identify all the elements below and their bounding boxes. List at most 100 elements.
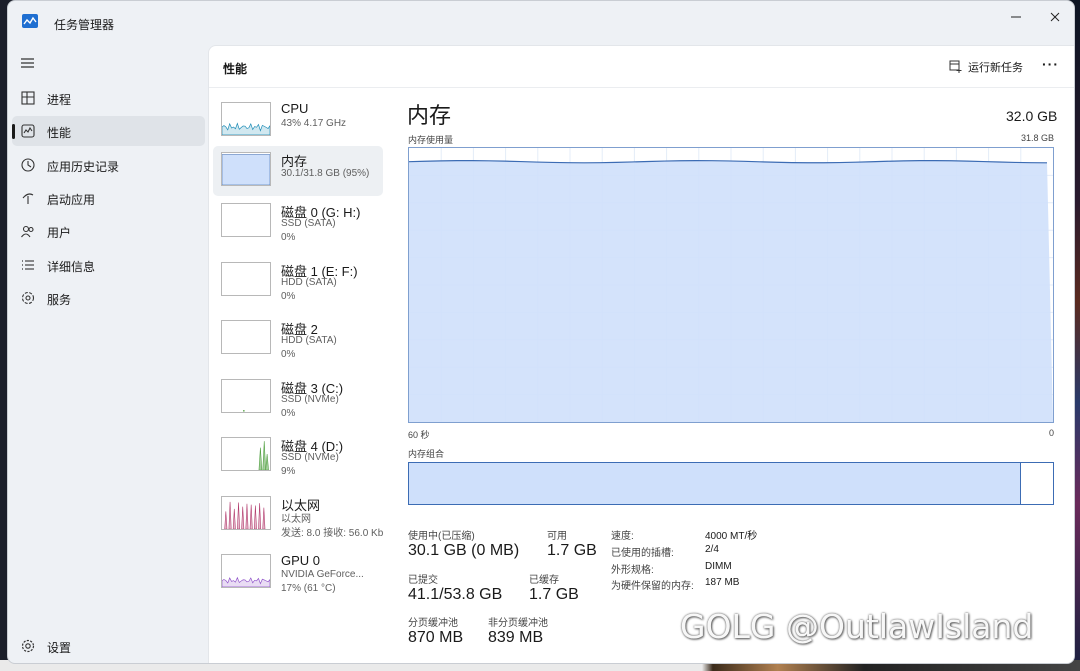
disk-thumbnail-graph bbox=[221, 203, 271, 237]
spec-hw-reserved-value: 187 MB bbox=[705, 577, 740, 588]
device-disk-2[interactable]: 磁盘 2 HDD (SATA) 0% bbox=[213, 314, 383, 364]
device-cpu[interactable]: CPU 43% 4.17 GHz bbox=[213, 96, 383, 146]
device-usage: 0% bbox=[281, 291, 296, 302]
close-button[interactable] bbox=[1037, 5, 1073, 29]
thumb-bar bbox=[258, 503, 262, 529]
nav-item-startup[interactable]: 启动应用 bbox=[12, 183, 205, 213]
device-sub: 43% 4.17 GHz bbox=[281, 118, 347, 129]
thumb-bar bbox=[228, 501, 232, 529]
thumb-bar bbox=[224, 511, 228, 529]
nav-label: 启动应用 bbox=[47, 193, 96, 207]
device-sub: HDD (SATA) bbox=[281, 335, 337, 346]
device-sub: 30.1/31.8 GB (95%) bbox=[281, 168, 370, 179]
processes-icon bbox=[21, 91, 35, 105]
usage-graph-label: 内存使用量 bbox=[408, 135, 454, 145]
device-sub: SSD (SATA) bbox=[281, 218, 336, 229]
committed-label: 已提交 bbox=[408, 575, 438, 586]
more-options-button[interactable]: ··· bbox=[1042, 56, 1059, 72]
memory-usage-graph bbox=[408, 147, 1054, 423]
nav-label: 应用历史记录 bbox=[47, 160, 120, 174]
maximize-button[interactable] bbox=[999, 5, 1035, 29]
thumb-spike bbox=[265, 453, 269, 470]
close-icon bbox=[1050, 12, 1060, 22]
main-panel: 性能 运行新任务 ··· CPU 43% 4.17 GHz 内存 30.1/31… bbox=[208, 45, 1074, 663]
spec-slots-label: 已使用的插槽: bbox=[611, 548, 674, 559]
main-header: 性能 运行新任务 ··· bbox=[209, 46, 1074, 88]
disk-thumbnail-graph bbox=[221, 437, 271, 471]
nav-item-services[interactable]: 服务 bbox=[12, 283, 205, 313]
spec-speed-value: 4000 MT/秒 bbox=[705, 531, 758, 542]
memory-thumbnail-graph bbox=[221, 152, 271, 186]
memory-in-use-segment bbox=[409, 463, 1021, 504]
thumb-bar bbox=[232, 508, 236, 529]
graph-time-right: 0 bbox=[1049, 428, 1055, 438]
device-disk-4[interactable]: 磁盘 4 (D:) SSD (NVMe) 9% bbox=[213, 431, 383, 481]
device-disk-0[interactable]: 磁盘 0 (G: H:) SSD (SATA) 0% bbox=[213, 197, 383, 247]
in-use-label: 使用中(已压缩) bbox=[408, 531, 475, 542]
thumb-mark bbox=[243, 410, 245, 412]
hamburger-menu-icon[interactable] bbox=[20, 56, 36, 70]
device-throughput: 发送: 8.0 接收: 56.0 Kb bbox=[281, 528, 384, 539]
device-disk-3[interactable]: 磁盘 3 (C:) SSD (NVMe) 0% bbox=[213, 373, 383, 423]
device-sub: SSD (NVMe) bbox=[281, 452, 339, 463]
nonpaged-pool-label: 非分页缓冲池 bbox=[488, 618, 548, 629]
new-task-icon bbox=[949, 60, 962, 73]
device-name: CPU bbox=[281, 101, 309, 116]
watermark: GOLG @OutlawIsland bbox=[680, 607, 1034, 646]
gpu-thumbnail-graph bbox=[221, 554, 271, 588]
spec-hw-reserved-label: 为硬件保留的内存: bbox=[611, 581, 694, 592]
thumb-line bbox=[222, 576, 270, 587]
paged-pool-label: 分页缓冲池 bbox=[408, 618, 458, 629]
users-icon bbox=[21, 225, 34, 238]
thumb-bar bbox=[237, 502, 240, 529]
run-new-task-label: 运行新任务 bbox=[968, 62, 1023, 74]
nav-item-app-history[interactable]: 应用历史记录 bbox=[12, 150, 205, 180]
in-use-value: 30.1 GB (0 MB) bbox=[408, 542, 520, 559]
task-manager-app-icon bbox=[22, 14, 38, 28]
nav-item-settings[interactable]: 设置 bbox=[12, 633, 205, 659]
device-usage: 0% bbox=[281, 349, 296, 360]
committed-value: 41.1/53.8 GB bbox=[408, 586, 503, 603]
device-sub: HDD (SATA) bbox=[281, 277, 337, 288]
memory-usage-area bbox=[409, 160, 1053, 422]
thumb-bar bbox=[253, 505, 257, 529]
thumb-bar bbox=[262, 507, 266, 529]
device-memory[interactable]: 内存 30.1/31.8 GB (95%) bbox=[213, 146, 383, 196]
thumb-bar bbox=[249, 504, 253, 529]
paged-pool-value: 870 MB bbox=[408, 629, 464, 646]
nav-item-details[interactable]: 详细信息 bbox=[12, 250, 205, 280]
cached-value: 1.7 GB bbox=[529, 586, 579, 603]
thumb-spike bbox=[258, 447, 263, 470]
composition-label: 内存组合 bbox=[408, 449, 445, 459]
device-gpu-0[interactable]: GPU 0 NVIDIA GeForce... 17% (61 °C) bbox=[213, 548, 383, 598]
device-sub: 以太网 bbox=[281, 514, 311, 525]
nonpaged-pool-value: 839 MB bbox=[488, 629, 544, 646]
task-manager-window: 任务管理器 进程 性能 应用历史记录 启动应用 用户 详细信息 服务 设置 性能… bbox=[7, 0, 1075, 664]
nav-item-processes[interactable]: 进程 bbox=[12, 83, 205, 113]
nav-label: 性能 bbox=[47, 126, 72, 140]
cpu-thumbnail-graph bbox=[221, 102, 271, 136]
details-icon bbox=[22, 260, 34, 270]
performance-icon bbox=[21, 124, 35, 138]
graph-time-left: 60 秒 bbox=[408, 430, 430, 440]
thumb-line bbox=[222, 122, 270, 135]
nav-item-performance[interactable]: 性能 bbox=[12, 116, 205, 146]
title-bar[interactable]: 任务管理器 bbox=[8, 1, 1074, 45]
device-disk-1[interactable]: 磁盘 1 (E: F:) HDD (SATA) 0% bbox=[213, 256, 383, 306]
usage-graph-max: 31.8 GB bbox=[1021, 133, 1055, 143]
thumb-fill bbox=[222, 154, 270, 185]
device-usage: 0% bbox=[281, 408, 296, 419]
nav-label: 服务 bbox=[47, 293, 72, 307]
detail-title: 内存 bbox=[407, 103, 452, 128]
thumb-bar bbox=[241, 506, 245, 529]
device-usage: 17% (61 °C) bbox=[281, 583, 336, 594]
nav-item-users[interactable]: 用户 bbox=[12, 216, 205, 246]
app-title: 任务管理器 bbox=[54, 18, 115, 32]
device-ethernet[interactable]: 以太网 以太网 发送: 8.0 接收: 56.0 Kb bbox=[213, 490, 383, 546]
available-label: 可用 bbox=[547, 531, 567, 542]
active-indicator bbox=[12, 124, 15, 139]
disk-thumbnail-graph bbox=[221, 320, 271, 354]
cached-label: 已缓存 bbox=[529, 575, 559, 586]
device-usage: 9% bbox=[281, 466, 296, 477]
run-new-task-button[interactable]: 运行新任务 bbox=[949, 58, 1023, 76]
